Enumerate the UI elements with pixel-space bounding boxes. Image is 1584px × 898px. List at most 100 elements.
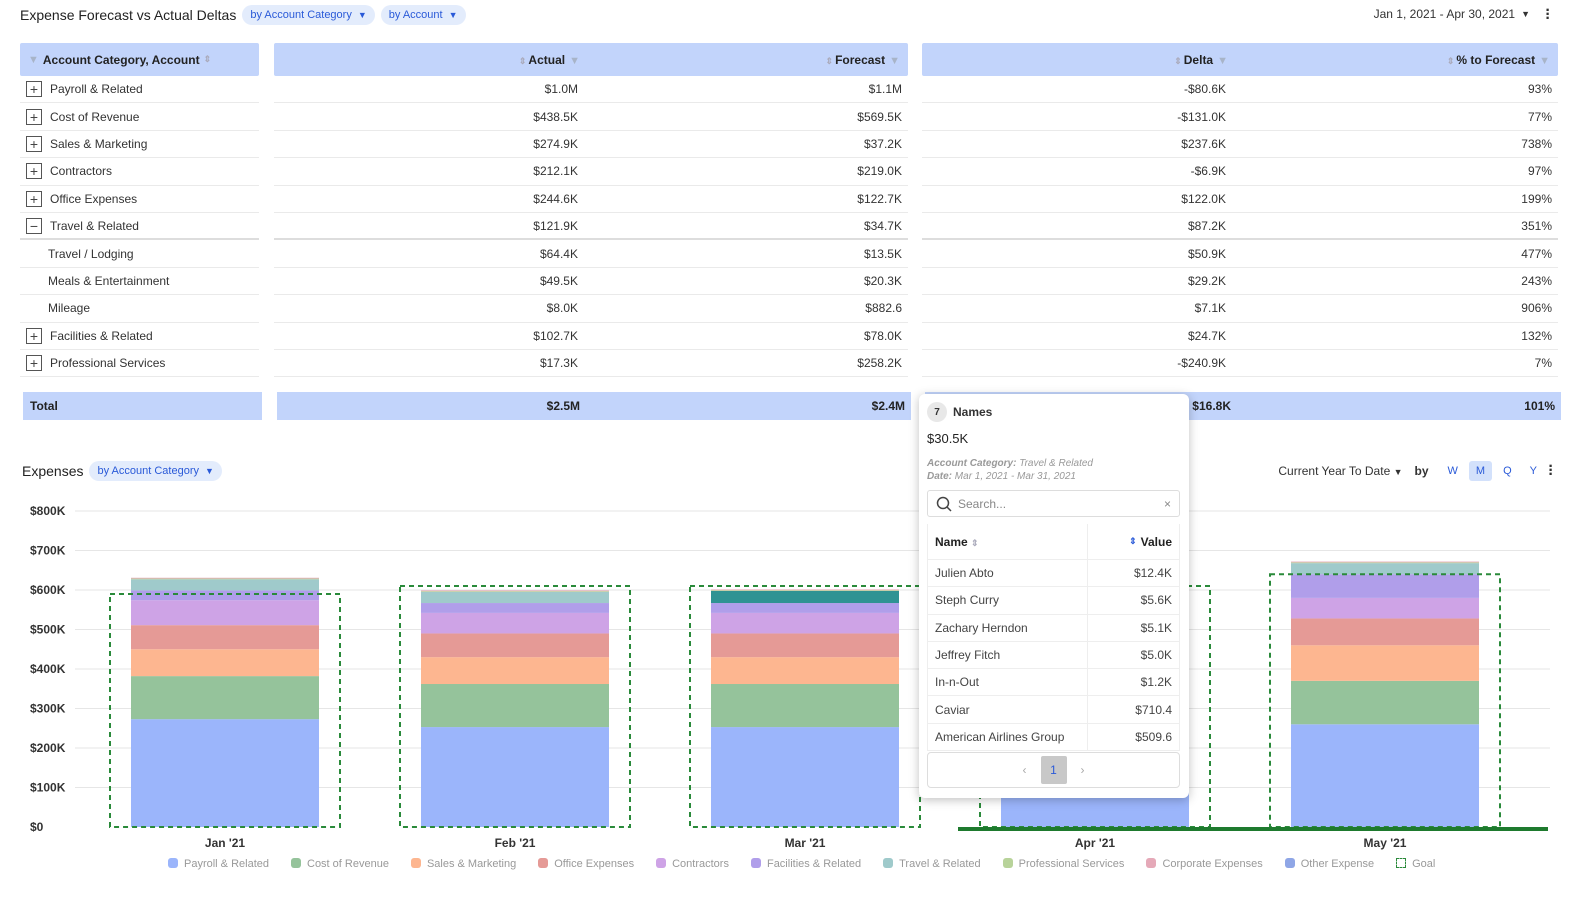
popup-row[interactable]: American Airlines Group $509.6	[928, 723, 1179, 752]
delta-header[interactable]: ⇕ Delta ▼	[922, 53, 1232, 67]
header-label: Actual	[528, 52, 566, 67]
granularity-w[interactable]: W	[1441, 461, 1465, 481]
legend-swatch	[1396, 858, 1407, 868]
bar-segment	[421, 633, 609, 658]
collapse-icon[interactable]: −	[26, 217, 42, 234]
pct-cell: 351%	[1521, 218, 1552, 233]
forecast-cell: $122.7K	[857, 191, 902, 206]
row-label: Cost of Revenue	[50, 109, 140, 124]
expand-icon[interactable]: +	[26, 108, 42, 125]
granularity-m[interactable]: M	[1468, 461, 1493, 481]
chart-options-icon[interactable]: · · ·	[1547, 459, 1555, 483]
legend-swatch	[883, 858, 894, 868]
bar-segment	[1291, 563, 1479, 575]
row-name: In-n-Out	[935, 675, 980, 690]
clear-search-icon[interactable]: ×	[1164, 497, 1171, 511]
delta-pct-header: ⇕ Delta ▼ ⇕% to Forecast ▼	[922, 43, 1558, 76]
expand-icon[interactable]: +	[26, 327, 42, 344]
filter-icon[interactable]: ▼	[1217, 55, 1228, 67]
row-name: Steph Curry	[935, 593, 1000, 608]
x-tick-label: Feb '21	[495, 836, 536, 850]
legend-item[interactable]: Facilities & Related	[750, 858, 861, 870]
bar-segment	[1291, 645, 1479, 681]
next-page-icon[interactable]: ›	[1081, 763, 1085, 777]
granularity-y[interactable]: Y	[1523, 461, 1544, 481]
filter-icon[interactable]: ▼	[889, 55, 900, 67]
prev-page-icon[interactable]: ‹	[1023, 763, 1027, 777]
forecast-header[interactable]: ⇕ Forecast ▼	[584, 53, 908, 67]
value-column-header[interactable]: ⇕ Value	[1087, 524, 1179, 559]
name-column-header[interactable]: Name ⇕	[928, 535, 1087, 549]
account-category-filter[interactable]: by Account Category ▼	[242, 5, 375, 25]
page-1-button[interactable]: 1	[1040, 756, 1067, 784]
legend-label: Payroll & Related	[184, 858, 269, 870]
popup-row[interactable]: Caviar $710.4	[928, 696, 1179, 724]
legend-item[interactable]: Contractors	[656, 858, 729, 870]
expand-icon[interactable]: +	[26, 355, 42, 372]
pct-header[interactable]: ⇕% to Forecast ▼	[1232, 53, 1558, 67]
legend-item[interactable]: Office Expenses	[538, 858, 634, 870]
account-column-header[interactable]: ▼ Account Category, Account ⇕	[20, 43, 259, 76]
header-label: Name	[935, 534, 968, 549]
category-value: Travel & Related	[1019, 458, 1093, 469]
search-icon	[936, 496, 952, 512]
row-name: Julien Abto	[935, 566, 994, 581]
popup-row[interactable]: In-n-Out $1.2K	[928, 669, 1179, 697]
delta-pct-columns: ⇕ Delta ▼ ⇕% to Forecast ▼ -$80.6K 93% -$131.…	[922, 43, 1558, 378]
row-label: Mileage	[48, 301, 91, 316]
table-row: -$240.9K 7%	[922, 350, 1558, 378]
table-row: − Travel & Related	[20, 213, 259, 241]
period-selector[interactable]: Current Year To Date ▼	[1278, 464, 1402, 478]
popup-row[interactable]: Steph Curry $5.6K	[928, 587, 1179, 615]
x-tick-label: Apr '21	[1075, 836, 1116, 850]
legend-item[interactable]: Sales & Marketing	[410, 858, 516, 870]
legend-item[interactable]: Other Expense	[1284, 858, 1374, 870]
sort-icon[interactable]: ⇕	[1174, 56, 1182, 66]
granularity-q[interactable]: Q	[1496, 461, 1519, 481]
actual-header[interactable]: ⇕ Actual ▼	[274, 53, 584, 67]
expand-icon[interactable]: +	[26, 190, 42, 207]
table-row: + Professional Services	[20, 350, 259, 378]
y-tick-label: $0	[30, 820, 44, 834]
row-name: Jeffrey Fitch	[935, 648, 1001, 663]
table-row: $64.4K $13.5K	[274, 240, 908, 268]
pct-cell: 199%	[1521, 191, 1552, 206]
delta-cell: -$131.0K	[1177, 109, 1226, 124]
x-tick-label: May '21	[1364, 836, 1407, 850]
legend-item[interactable]: Corporate Expenses	[1146, 858, 1263, 870]
popup-row[interactable]: Julien Abto $12.4K	[928, 560, 1179, 588]
legend-item[interactable]: Cost of Revenue	[291, 858, 389, 870]
more-options-icon[interactable]: · · ·	[1544, 3, 1552, 27]
legend-item[interactable]: Payroll & Related	[168, 858, 269, 870]
forecast-cell: $78.0K	[863, 328, 902, 343]
legend-swatch	[1146, 858, 1157, 868]
sort-desc-icon[interactable]: ⇕	[1129, 536, 1137, 547]
y-tick-label: $100K	[30, 781, 66, 795]
sort-icon[interactable]: ⇕	[204, 54, 212, 65]
popup-search-input[interactable]: Search... ×	[927, 490, 1180, 517]
sort-icon[interactable]: ⇕	[971, 538, 979, 548]
filter-icon[interactable]: ▼	[1539, 55, 1550, 67]
expand-icon[interactable]: +	[26, 81, 42, 98]
expand-icon[interactable]: +	[26, 163, 42, 180]
account-filter[interactable]: by Account ▼	[380, 5, 466, 25]
popup-row[interactable]: Zachary Herndon $5.1K	[928, 614, 1179, 642]
date-range-selector[interactable]: Jan 1, 2021 - Apr 30, 2021 ▼	[1374, 7, 1530, 21]
legend-swatch	[291, 858, 301, 868]
bar-segment	[131, 578, 319, 580]
popup-row[interactable]: Jeffrey Fitch $5.0K	[928, 641, 1179, 670]
sort-icon[interactable]: ⇕	[1447, 56, 1455, 66]
legend-item[interactable]: Professional Services	[1002, 858, 1124, 870]
forecast-cell: $569.5K	[857, 109, 902, 124]
row-value: $509.6	[1087, 723, 1179, 751]
table-row: -$6.9K 97%	[922, 158, 1558, 186]
table-row: $24.7K 132%	[922, 323, 1558, 350]
expand-icon[interactable]: +	[26, 135, 42, 152]
filter-icon[interactable]: ▼	[28, 54, 39, 66]
sort-icon[interactable]: ⇕	[519, 56, 527, 66]
filter-icon[interactable]: ▼	[569, 55, 580, 67]
expenses-category-filter[interactable]: by Account Category ▼	[89, 461, 222, 481]
legend-item[interactable]: Travel & Related	[883, 858, 981, 870]
legend-item[interactable]: Goal	[1396, 858, 1435, 870]
sort-icon[interactable]: ⇕	[826, 56, 834, 66]
